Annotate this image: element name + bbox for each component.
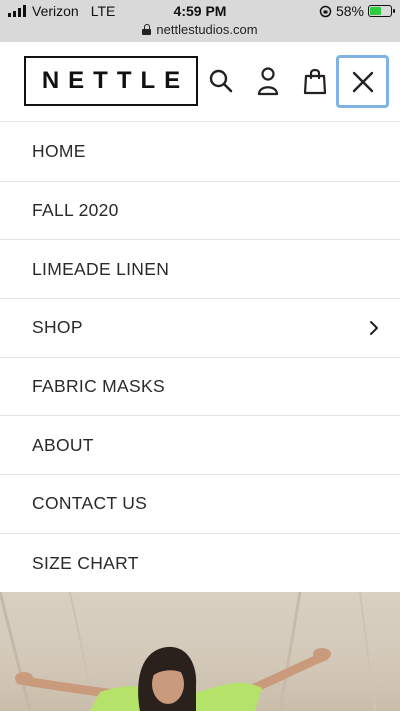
battery-status: 58% [319, 3, 395, 19]
close-icon [352, 71, 373, 92]
menu-item-about[interactable]: ABOUT [0, 416, 400, 476]
search-icon [209, 69, 233, 93]
menu-item-label: SIZE CHART [32, 552, 139, 573]
menu-item-label: CONTACT US [32, 493, 148, 514]
battery-percent: 58% [335, 3, 364, 19]
battery-icon [368, 5, 395, 17]
system-status-row: Verizon LTE 4:59 PM 58% [0, 2, 400, 20]
battery-fill [370, 7, 382, 15]
hero-image [0, 592, 400, 711]
cart-icon [303, 68, 327, 95]
menu-item-fabric-masks[interactable]: FABRIC MASKS [0, 358, 400, 417]
nettle-logo[interactable]: NETTLE [24, 56, 198, 106]
orientation-lock-icon [319, 5, 332, 17]
account-button[interactable] [253, 65, 283, 97]
model-photo [0, 592, 376, 711]
menu-item-label: FALL 2020 [32, 200, 119, 221]
site-header: NETTLE [0, 42, 400, 122]
menu-item-label: SHOP [32, 317, 83, 338]
account-icon [257, 67, 279, 96]
menu-item-contact-us[interactable]: CONTACT US [0, 475, 400, 534]
browser-status-bar: Verizon LTE 4:59 PM 58% nettlestudios.co… [0, 0, 400, 42]
menu-item-label: LIMEADE LINEN [32, 258, 170, 279]
close-menu-button[interactable] [336, 55, 389, 108]
menu-item-home[interactable]: HOME [0, 123, 400, 182]
menu-item-limeade-linen[interactable]: LIMEADE LINEN [0, 240, 400, 300]
lock-icon [142, 23, 152, 35]
address-bar[interactable]: nettlestudios.com [0, 20, 400, 38]
menu-item-label: ABOUT [32, 434, 94, 455]
menu-item-label: HOME [32, 141, 86, 162]
menu-item-label: FABRIC MASKS [32, 376, 165, 397]
search-button[interactable] [206, 65, 236, 97]
cart-button[interactable] [300, 65, 330, 97]
navigation-menu: HOME FALL 2020 LIMEADE LINEN SHOP FABRIC… [0, 123, 400, 593]
logo-text: NETTLE [41, 67, 190, 94]
menu-item-fall-2020[interactable]: FALL 2020 [0, 182, 400, 241]
menu-item-shop[interactable]: SHOP [0, 299, 400, 358]
url-text: nettlestudios.com [156, 21, 258, 37]
menu-item-size-chart[interactable]: SIZE CHART [0, 534, 400, 593]
chevron-right-icon[interactable] [368, 320, 380, 336]
